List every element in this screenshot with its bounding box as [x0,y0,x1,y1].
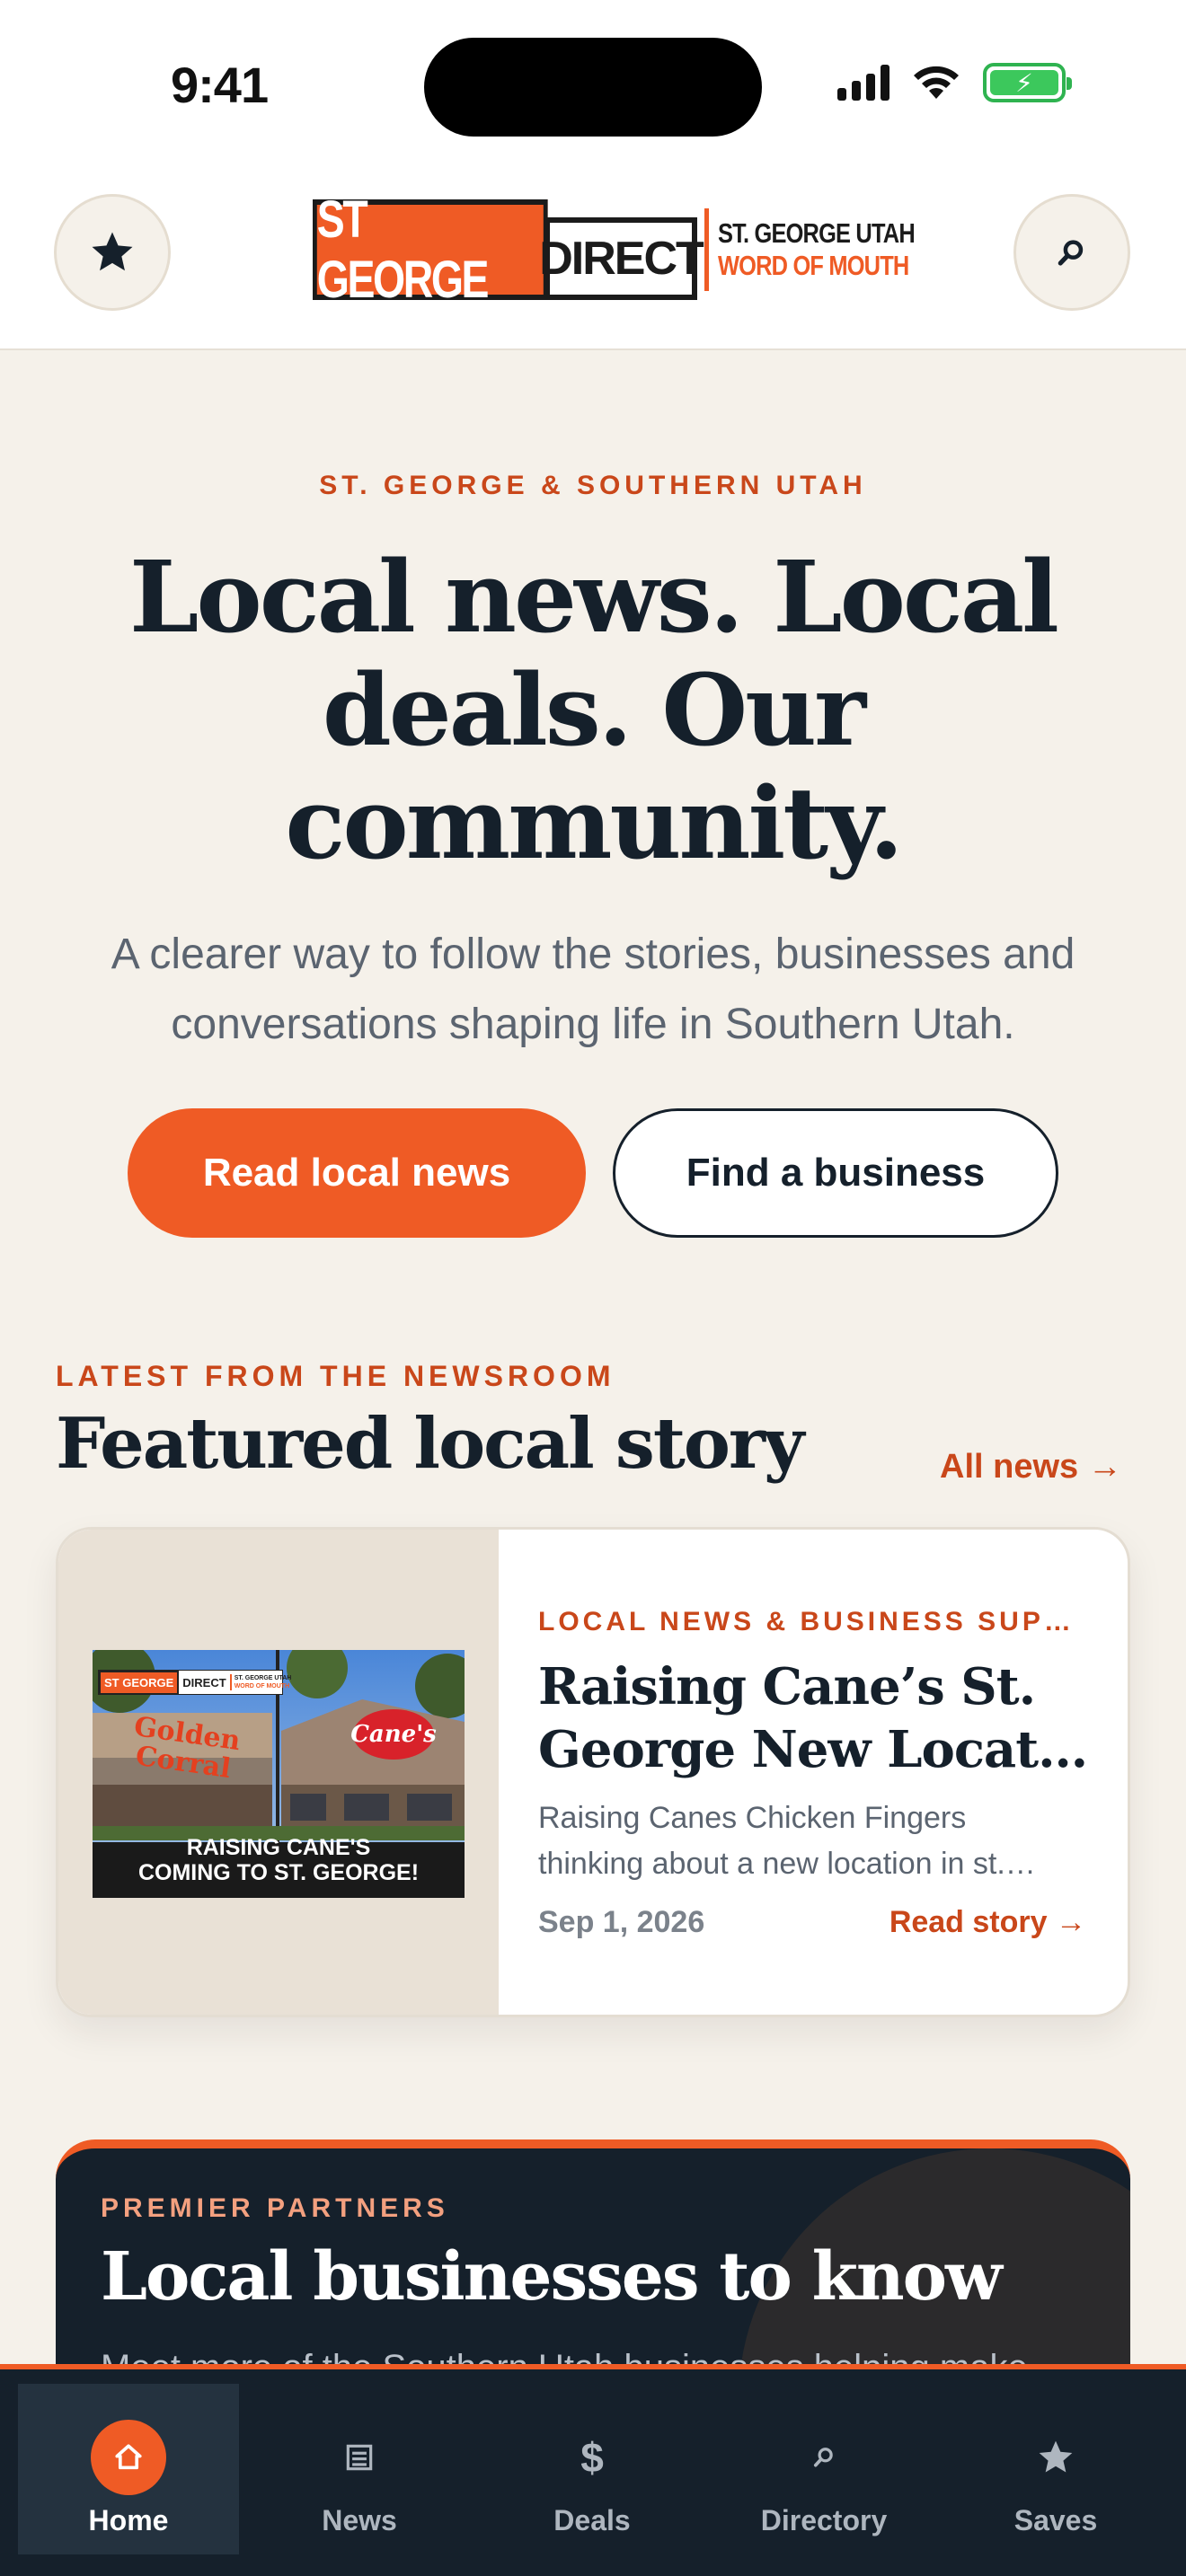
hero-title: Local news. Local deals. Our community. [99,541,1087,880]
tab-label: News [322,2504,397,2536]
tab-label: Home [88,2504,169,2536]
thumbnail-badge-tagline-line2: WORD OF MOUTH [234,1683,290,1689]
dynamic-island [424,38,762,137]
tab-directory[interactable]: Directory [713,2384,934,2554]
wifi-icon [914,66,959,99]
home-icon [91,2420,166,2495]
tab-home[interactable]: Home [18,2384,239,2554]
all-news-link[interactable]: All news → [940,1448,1122,1486]
bottom-tab-bar: Home News $ Deals Directory Saves [0,2364,1186,2576]
thumbnail-badge-part2: DIRECT [182,1675,226,1689]
app-header: ST GEORGE DIRECT ST. GEORGE UTAH WORD OF… [0,162,1186,350]
story-title[interactable]: Raising Cane’s St. George New Locati… [538,1655,1095,1781]
story-excerpt: Raising Canes Chicken Fingers thinking a… [538,1795,1095,1887]
search-icon [786,2420,862,2495]
logo-tagline-line1: ST. GEORGE UTAH [718,217,916,249]
read-story-link[interactable]: Read story → [890,1905,1086,1940]
featured-title: Featured local story [56,1403,804,1485]
tab-deals[interactable]: $ Deals [482,2384,703,2554]
find-a-business-button[interactable]: Find a business [613,1108,1058,1238]
site-logo[interactable]: ST GEORGE DIRECT ST. GEORGE UTAH WORD OF… [313,190,916,309]
thumbnail-sign-right: Cane's [350,1709,437,1760]
story-thumbnail[interactable]: Golden Corral Cane's ST GEORGE DIRECT ST… [93,1650,465,1898]
hero-title-line: deals. Our [322,652,866,768]
story-date: Sep 1, 2026 [538,1905,705,1939]
tab-label: Directory [760,2504,888,2536]
status-time: 9:41 [171,57,269,113]
story-excerpt-line: thinking about a new location in st.… [538,1847,1036,1881]
logo-brand-part1: ST GEORGE [313,190,548,309]
partners-eyebrow: PREMIER PARTNERS [101,2193,449,2223]
thumbnail-badge-tagline-line1: ST. GEORGE UTAH [234,1675,292,1681]
hero-subtitle-line: A clearer way to follow the stories, bus… [111,931,1075,978]
favorites-button[interactable] [54,194,171,311]
hero-title-line: Local news. Local [129,539,1059,655]
tab-label: Saves [1013,2504,1098,2536]
cellular-signal-icon [837,65,890,101]
logo-brand-part2: DIRECT [539,217,704,300]
thumbnail-caption: RAISING CANE'S COMING TO ST. GEORGE! [93,1835,465,1885]
dollar-icon: $ [580,2434,604,2481]
story-excerpt-line: Raising Canes Chicken Fingers [538,1801,967,1835]
status-bar: 9:41 ⚡ [0,0,1186,162]
tab-news[interactable]: News [249,2384,470,2554]
featured-eyebrow: LATEST FROM THE NEWSROOM [56,1360,615,1392]
search-button[interactable] [1013,194,1130,311]
partners-title: Local businesses to know [101,2238,1003,2316]
story-title-line: George New Locati… [538,1720,1095,1779]
logo-tagline: ST. GEORGE UTAH WORD OF MOUTH [704,208,958,291]
featured-story-card[interactable]: Golden Corral Cane's ST GEORGE DIRECT ST… [56,1527,1130,2017]
logo-tagline-line2: WORD OF MOUTH [718,250,909,281]
thumbnail-caption-line2: COMING TO ST. GEORGE! [137,1860,420,1885]
story-media: Golden Corral Cane's ST GEORGE DIRECT ST… [58,1530,499,2015]
battery-icon: ⚡ [983,63,1072,102]
status-icons: ⚡ [837,63,1072,102]
story-title-line: Raising Cane’s St. [538,1657,1036,1716]
story-category: LOCAL NEWS & BUSINESS SUP… [538,1607,1075,1636]
tab-label: Deals [553,2504,631,2536]
star-icon [1018,2420,1093,2495]
hero-title-line: community. [285,765,903,881]
thumbnail-badge-tagline: ST. GEORGE UTAH WORD OF MOUTH [229,1674,292,1690]
thumbnail-caption-line1: RAISING CANE'S [186,1835,371,1860]
newspaper-icon [322,2420,397,2495]
search-icon [1058,240,1084,266]
charging-bolt-icon: ⚡ [990,69,1058,97]
tab-saves[interactable]: Saves [945,2384,1166,2554]
hero-eyebrow: ST. GEORGE & SOUTHERN UTAH [319,471,867,500]
thumbnail-logo-badge: ST GEORGE DIRECT ST. GEORGE UTAH WORD OF… [98,1670,291,1695]
story-body: LOCAL NEWS & BUSINESS SUP… Raising Cane’… [538,1530,1104,2015]
hero-subtitle-line: conversations shaping life in Southern U… [171,1001,1015,1048]
read-local-news-button[interactable]: Read local news [128,1108,586,1238]
star-icon [92,232,133,271]
thumbnail-badge-part1: ST GEORGE [99,1670,180,1695]
hero-subtitle: A clearer way to follow the stories, bus… [63,920,1123,1060]
